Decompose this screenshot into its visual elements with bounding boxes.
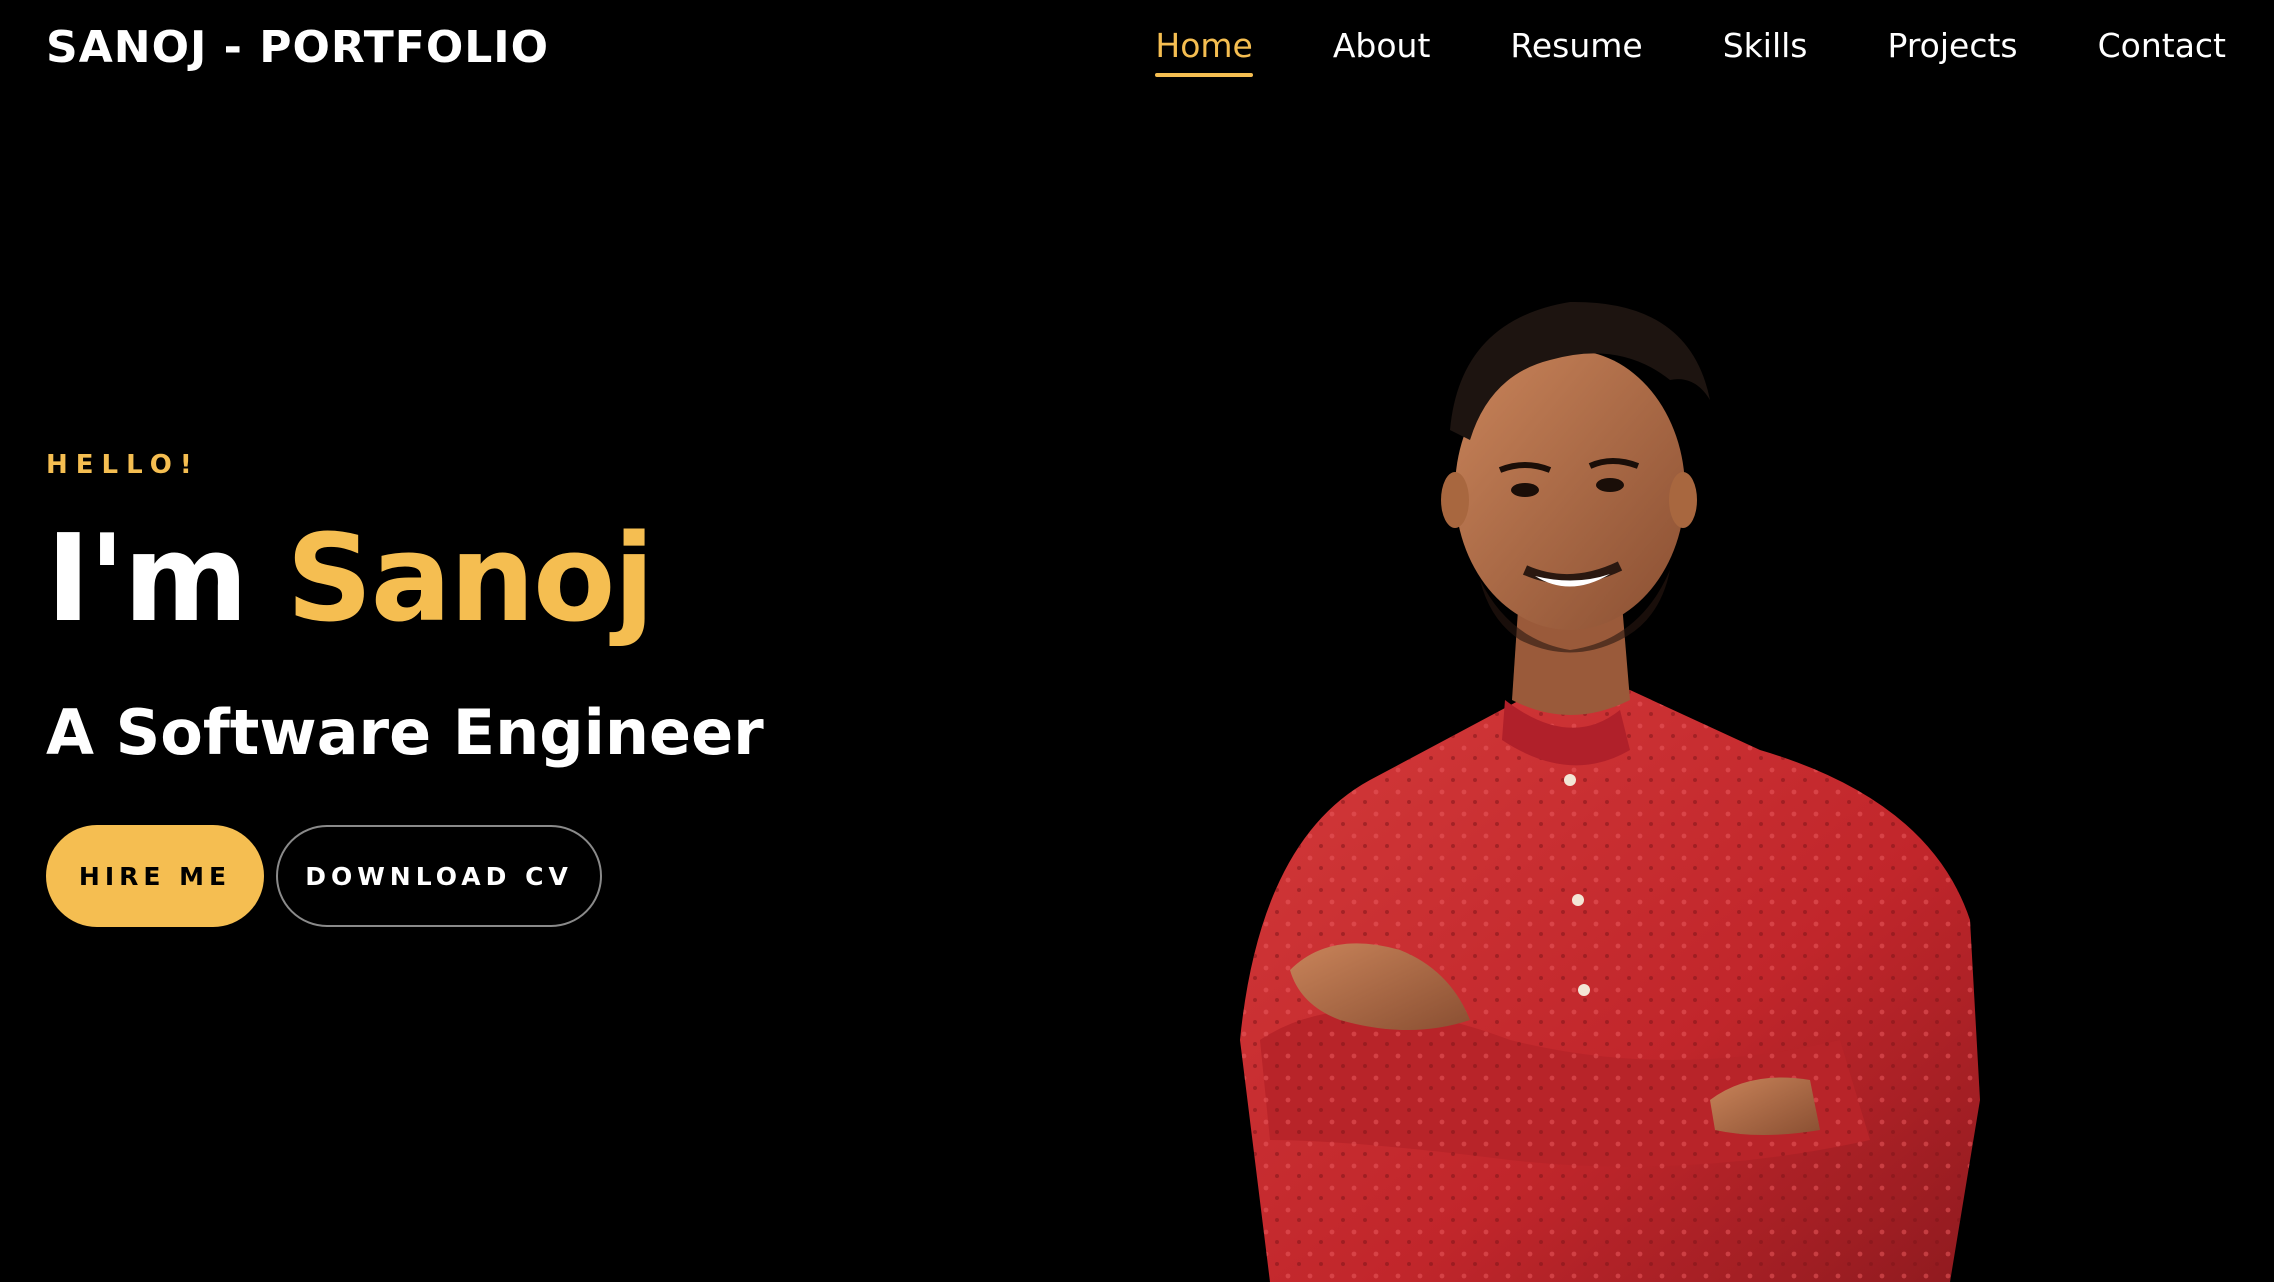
headline-prefix: I'm bbox=[46, 510, 248, 649]
download-cv-button[interactable]: DOWNLOAD CV bbox=[276, 825, 602, 927]
nav-home-link[interactable]: Home bbox=[1155, 26, 1254, 77]
nav-contact-link[interactable]: Contact bbox=[2098, 26, 2226, 77]
headline-name: Sanoj bbox=[286, 510, 654, 649]
nav-resume-link[interactable]: Resume bbox=[1510, 26, 1642, 77]
brand-logo[interactable]: SANOJ - PORTFOLIO bbox=[46, 22, 549, 73]
hero-headline: I'm Sanoj bbox=[46, 520, 946, 640]
hero-intro: HELLO! I'm Sanoj A Software Engineer HIR… bbox=[46, 450, 946, 927]
profile-photo bbox=[1240, 301, 1980, 1282]
main-nav: Home About Resume Skills Projects Contac… bbox=[1155, 26, 2226, 77]
nav-projects-link[interactable]: Projects bbox=[1888, 26, 2018, 77]
hero-greeting: HELLO! bbox=[46, 450, 200, 480]
hero-subtitle: A Software Engineer bbox=[46, 696, 764, 769]
nav-about-link[interactable]: About bbox=[1333, 26, 1431, 77]
top-navbar: SANOJ - PORTFOLIO Home About Resume Skil… bbox=[0, 0, 2274, 100]
hero-actions: HIRE ME DOWNLOAD CV bbox=[46, 825, 946, 927]
nav-skills-link[interactable]: Skills bbox=[1723, 26, 1808, 77]
hire-me-button[interactable]: HIRE ME bbox=[46, 825, 264, 927]
